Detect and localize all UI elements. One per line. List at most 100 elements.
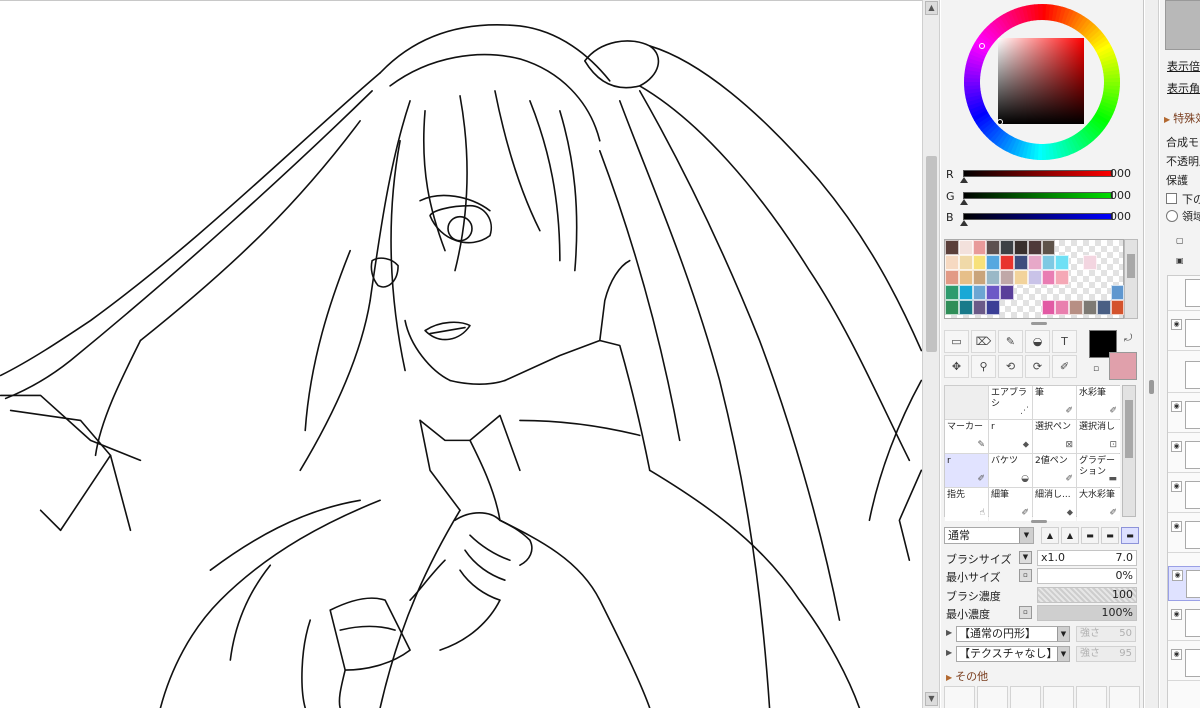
layer-item[interactable]: ◉ bbox=[1168, 646, 1200, 681]
color-swatch[interactable] bbox=[1069, 255, 1083, 270]
color-swatch[interactable] bbox=[1055, 240, 1069, 255]
red-slider[interactable] bbox=[963, 170, 1113, 177]
color-swatch[interactable] bbox=[958, 240, 973, 255]
color-swatch[interactable] bbox=[1096, 300, 1111, 315]
panel-divider-grip[interactable] bbox=[1031, 322, 1047, 325]
layer-item[interactable]: ◉ bbox=[1168, 438, 1200, 473]
new-folder-icon[interactable]: ▣ bbox=[1176, 256, 1184, 265]
color-swatch[interactable] bbox=[1110, 300, 1125, 315]
brush-slot[interactable]: エアブラシ ⋰ bbox=[989, 386, 1032, 419]
color-swatch[interactable] bbox=[1028, 300, 1042, 315]
magic-wand-icon[interactable]: ✎ bbox=[998, 330, 1023, 353]
layer-list[interactable]: ◉ ◉ ◉ ◉ ◉ ◉ ◉ ◉ bbox=[1167, 275, 1200, 708]
color-swatch[interactable] bbox=[1027, 240, 1042, 255]
eye-icon[interactable]: ◉ bbox=[1171, 441, 1182, 452]
blue-value[interactable]: 000 bbox=[1110, 210, 1131, 223]
hand-tool-icon[interactable]: ⟳ bbox=[1025, 355, 1050, 378]
blue-slider[interactable] bbox=[963, 213, 1113, 220]
swap-colors-icon[interactable]: ⤾ bbox=[1124, 333, 1132, 344]
color-swatch[interactable] bbox=[1069, 270, 1083, 285]
color-wheel[interactable] bbox=[962, 4, 1122, 160]
layer-item[interactable]: ◉ bbox=[1168, 316, 1200, 351]
brush-slot[interactable]: r ✐ bbox=[945, 454, 988, 487]
color-swatch[interactable] bbox=[1082, 300, 1097, 315]
transparent-color-icon[interactable]: ▫ bbox=[1093, 364, 1099, 374]
color-swatch[interactable] bbox=[1111, 240, 1125, 255]
other-section-header[interactable]: ▶ その他 bbox=[946, 668, 988, 684]
eye-icon[interactable]: ◉ bbox=[1171, 649, 1182, 660]
green-slider-caret[interactable] bbox=[960, 199, 968, 205]
color-swatch[interactable] bbox=[1014, 285, 1028, 300]
color-swatch[interactable] bbox=[986, 270, 1001, 285]
brush-slot[interactable]: バケツ ◒ bbox=[989, 454, 1032, 487]
eye-icon[interactable]: ◉ bbox=[1172, 570, 1183, 581]
color-swatch[interactable] bbox=[1013, 255, 1028, 270]
color-swatch[interactable] bbox=[972, 255, 987, 270]
brush-divider-grip[interactable] bbox=[1031, 520, 1047, 523]
option-button[interactable] bbox=[1076, 686, 1107, 708]
red-slider-caret[interactable] bbox=[960, 177, 968, 183]
eye-icon[interactable]: ◉ bbox=[1171, 481, 1182, 492]
color-swatch[interactable] bbox=[1097, 255, 1111, 270]
brush-slot[interactable]: 大水彩筆 ✐ bbox=[1077, 488, 1120, 521]
green-value[interactable]: 000 bbox=[1110, 189, 1131, 202]
min-size-field[interactable]: 0% bbox=[1037, 568, 1137, 584]
brush-slot[interactable]: マーカー ✎ bbox=[945, 420, 988, 453]
brush-slot[interactable]: 指先 ☝ bbox=[945, 488, 988, 521]
layer-item[interactable]: ◉ bbox=[1168, 606, 1200, 641]
color-swatch[interactable] bbox=[945, 270, 959, 285]
shape-square-button[interactable]: ▬ bbox=[1121, 527, 1139, 544]
color-swatch[interactable] bbox=[1027, 255, 1042, 270]
color-swatch[interactable] bbox=[1055, 300, 1070, 315]
brush-slot[interactable]: 細筆 ✐ bbox=[989, 488, 1032, 521]
region-radio[interactable] bbox=[1166, 210, 1178, 222]
texture-strength-field[interactable]: 強さ 95 bbox=[1076, 646, 1136, 662]
color-swatch[interactable] bbox=[972, 240, 987, 255]
expand-triangle-icon[interactable]: ▶ bbox=[946, 648, 952, 657]
eye-icon[interactable]: ◉ bbox=[1171, 401, 1182, 412]
option-button[interactable] bbox=[977, 686, 1008, 708]
option-button[interactable] bbox=[944, 686, 975, 708]
zoom-link[interactable]: 表示倍率 bbox=[1167, 58, 1200, 74]
special-effects-header[interactable]: ▶特殊効果 bbox=[1164, 110, 1200, 126]
rotate-tool-icon[interactable]: ⟲ bbox=[998, 355, 1023, 378]
brush-shape-select[interactable]: 【通常の円形】 ▼ bbox=[956, 626, 1070, 642]
blue-slider-caret[interactable] bbox=[960, 220, 968, 226]
color-swatch[interactable] bbox=[986, 240, 1001, 255]
color-swatch[interactable] bbox=[945, 240, 959, 255]
color-swatch[interactable] bbox=[986, 255, 1001, 270]
color-swatch[interactable] bbox=[958, 285, 973, 300]
color-swatch[interactable] bbox=[1069, 240, 1083, 255]
shape-flat-button[interactable]: ▬ bbox=[1081, 527, 1099, 544]
color-swatch[interactable] bbox=[972, 285, 987, 300]
hue-segment[interactable] bbox=[1041, 143, 1047, 160]
color-swatch[interactable] bbox=[1000, 240, 1014, 255]
select-tool-icon[interactable]: ▭ bbox=[944, 330, 969, 353]
color-swatch[interactable] bbox=[1013, 270, 1028, 285]
color-swatch[interactable] bbox=[945, 255, 959, 270]
brush-slot[interactable] bbox=[945, 386, 988, 419]
text-tool-icon[interactable]: T bbox=[1052, 330, 1077, 353]
pressure-toggle-icon[interactable]: ▫ bbox=[1019, 569, 1032, 582]
palette-scrollbar[interactable] bbox=[1124, 239, 1138, 319]
color-swatch[interactable] bbox=[1041, 270, 1056, 285]
eye-icon[interactable]: ◉ bbox=[1171, 609, 1182, 620]
new-layer-icon[interactable]: ▢ bbox=[1176, 236, 1184, 245]
zoom-tool-icon[interactable]: ⚲ bbox=[971, 355, 996, 378]
size-multiplier-dropdown-icon[interactable]: ▼ bbox=[1019, 551, 1032, 564]
scrollbar-thumb[interactable] bbox=[926, 156, 937, 352]
brush-slot[interactable]: r ⬥ bbox=[989, 420, 1032, 453]
swatch-palette[interactable] bbox=[944, 239, 1125, 319]
expand-triangle-icon[interactable]: ▶ bbox=[946, 628, 952, 637]
hue-segment[interactable] bbox=[1037, 4, 1043, 21]
scroll-up-arrow-icon[interactable]: ▲ bbox=[925, 1, 938, 15]
color-swatch[interactable] bbox=[1097, 285, 1111, 300]
navigator-thumbnail[interactable] bbox=[1165, 0, 1200, 50]
lasso-tool-icon[interactable]: ⌦ bbox=[971, 330, 996, 353]
color-swatch[interactable] bbox=[1055, 255, 1070, 270]
hue-segment[interactable] bbox=[1103, 77, 1120, 83]
panel-splitter[interactable] bbox=[1145, 0, 1159, 708]
color-swatch[interactable] bbox=[1055, 285, 1069, 300]
color-swatch[interactable] bbox=[1028, 285, 1042, 300]
color-swatch[interactable] bbox=[1000, 285, 1014, 300]
